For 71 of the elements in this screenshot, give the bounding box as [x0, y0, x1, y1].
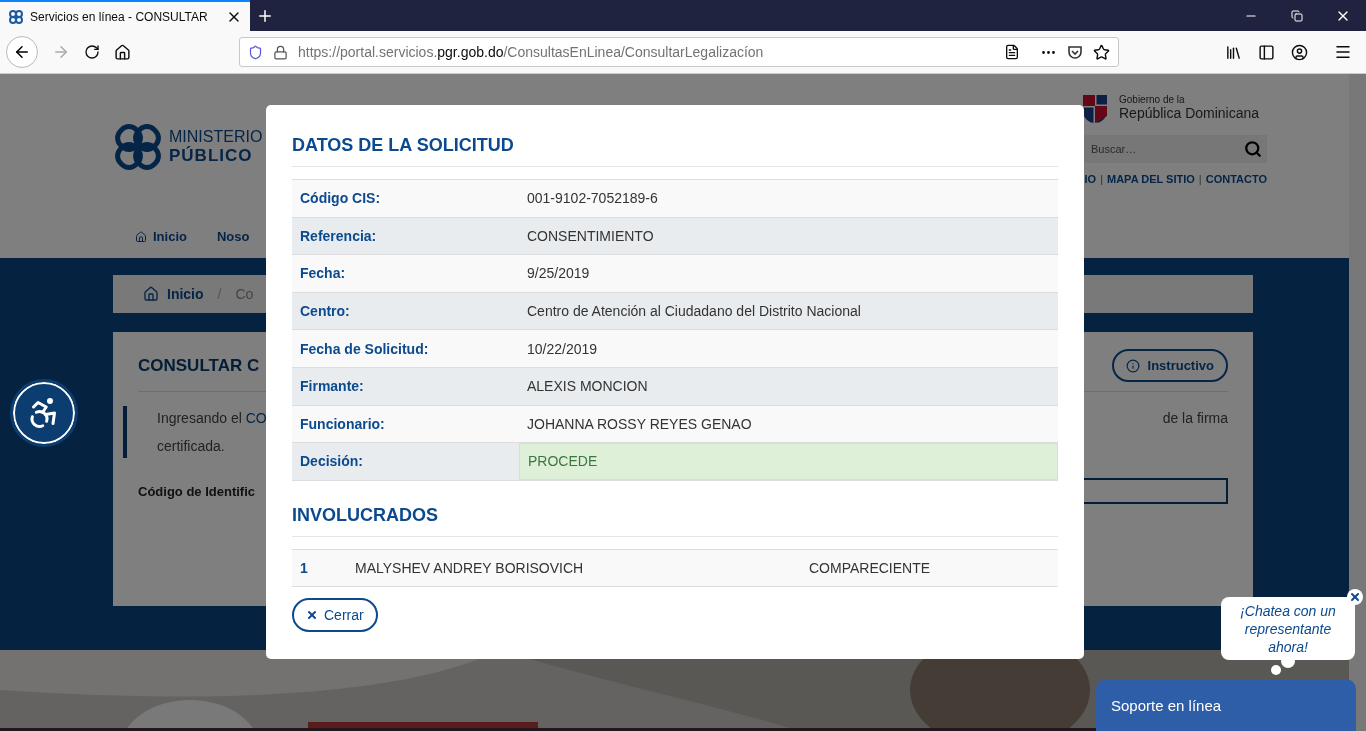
header-link[interactable]: IO [1084, 173, 1097, 185]
chat-text: ¡Chatea con un representante ahora! [1239, 601, 1337, 656]
table-cell-text: ALEXIS MONCION [526, 377, 649, 397]
header-link[interactable]: CONTACTO [1205, 173, 1267, 185]
link-separator: | [1198, 173, 1202, 185]
header-link[interactable]: MAPA DEL SITIO [1107, 173, 1195, 185]
breadcrumb-link[interactable]: Inicio [143, 286, 204, 302]
table-cell-text: 1 [299, 558, 309, 578]
table-cell-text: 9/25/2019 [526, 264, 591, 284]
home-icon [143, 286, 159, 302]
search-button[interactable] [1239, 135, 1267, 163]
library-icon[interactable] [1225, 43, 1242, 61]
home-icon [135, 230, 147, 243]
table-cell-text: Centro: [299, 302, 351, 322]
table-cell-text: Centro de Atención al Ciudadano del Distrito Nacional [526, 302, 862, 322]
gov-text: República Dominicana [1119, 104, 1260, 121]
table-cell-text: Referencia: [299, 226, 378, 246]
browser-tab[interactable]: Servicios en línea - CONSULTAR [0, 0, 250, 31]
breadcrumb-separator: / [217, 286, 222, 302]
intro-text: Ingresando el CO [157, 409, 267, 428]
table-cell-text: Fecha: [299, 264, 347, 284]
close-icon[interactable] [1347, 589, 1363, 605]
table-cell: PROCEDE [519, 443, 1058, 480]
menu-icon[interactable] [1334, 43, 1352, 61]
sidebar-icon[interactable] [1258, 43, 1275, 61]
table-cell-text: 001-9102-7052189-6 [526, 189, 659, 209]
table-cell-text: 10/22/2019 [526, 339, 599, 359]
close-button[interactable]: Cerrar [292, 597, 378, 632]
shield-icon [248, 44, 263, 60]
pocket-icon[interactable] [1067, 44, 1083, 60]
table-cell-text: CONSENTIMIENTO [526, 226, 655, 246]
home-icon[interactable] [114, 43, 131, 61]
chat-bar[interactable]: Soporte en línea [1096, 679, 1356, 731]
table-cell-text: COMPARECIENTE [808, 558, 932, 578]
logo-icon [8, 8, 24, 25]
intro-text: de la firma [1162, 409, 1228, 428]
logo-text: MINISTERIO [169, 128, 263, 146]
table-cell-text: Firmante: [299, 377, 365, 397]
nav-link[interactable]: Noso [216, 229, 250, 244]
card-title: CONSULTAR C [138, 355, 260, 376]
table-cell-text: Funcionario: [299, 414, 386, 434]
instructivo-button[interactable]: Instructivo [1111, 349, 1228, 382]
table-cell-text: Fecha de Solicitud: [299, 339, 430, 359]
account-icon[interactable] [1291, 43, 1308, 61]
reload-icon[interactable] [84, 44, 100, 60]
close-icon [306, 608, 318, 621]
table-cell-text: Decisión: [299, 452, 364, 472]
url-text: https://portal.servicios.pgr.gob.do/ConsultasEnLinea/ConsultarLegalizacíon [298, 44, 765, 60]
gov-text: Gobierno de la [1119, 93, 1186, 105]
search-icon [1244, 140, 1262, 158]
intro-text: certificada. [157, 437, 226, 456]
logo-text: PÚBLICO [169, 146, 254, 166]
table-cell-text: JOHANNA ROSSY REYES GENAO [526, 414, 753, 434]
back-button[interactable] [6, 36, 38, 68]
field-label: Código de Identific [138, 483, 255, 499]
scrollbar[interactable] [1349, 74, 1366, 731]
table-cell-text: Código CIS: [299, 189, 382, 209]
link-separator: | [1100, 173, 1103, 185]
modal-title: DATOS DE LA SOLICITUD [292, 135, 1058, 167]
tab-title: Servicios en línea - CONSULTAR [30, 9, 209, 24]
accessibility-button[interactable] [13, 382, 75, 444]
reader-icon[interactable] [1004, 44, 1020, 60]
logo-icon [113, 122, 163, 172]
nav-link[interactable]: Inicio [135, 229, 187, 244]
info-icon [1125, 358, 1140, 373]
url-field[interactable]: https://portal.servicios.pgr.gob.do/ConsultasEnLinea/ConsultarLegalizacíon [239, 37, 1119, 67]
star-icon[interactable] [1093, 43, 1110, 61]
table-cell-text: MALYSHEV ANDREY BORISOVICH [354, 558, 585, 578]
intro-link[interactable]: CO [245, 410, 267, 426]
lock-icon [273, 44, 288, 60]
section-title: INVOLUCRADOS [292, 504, 1058, 537]
